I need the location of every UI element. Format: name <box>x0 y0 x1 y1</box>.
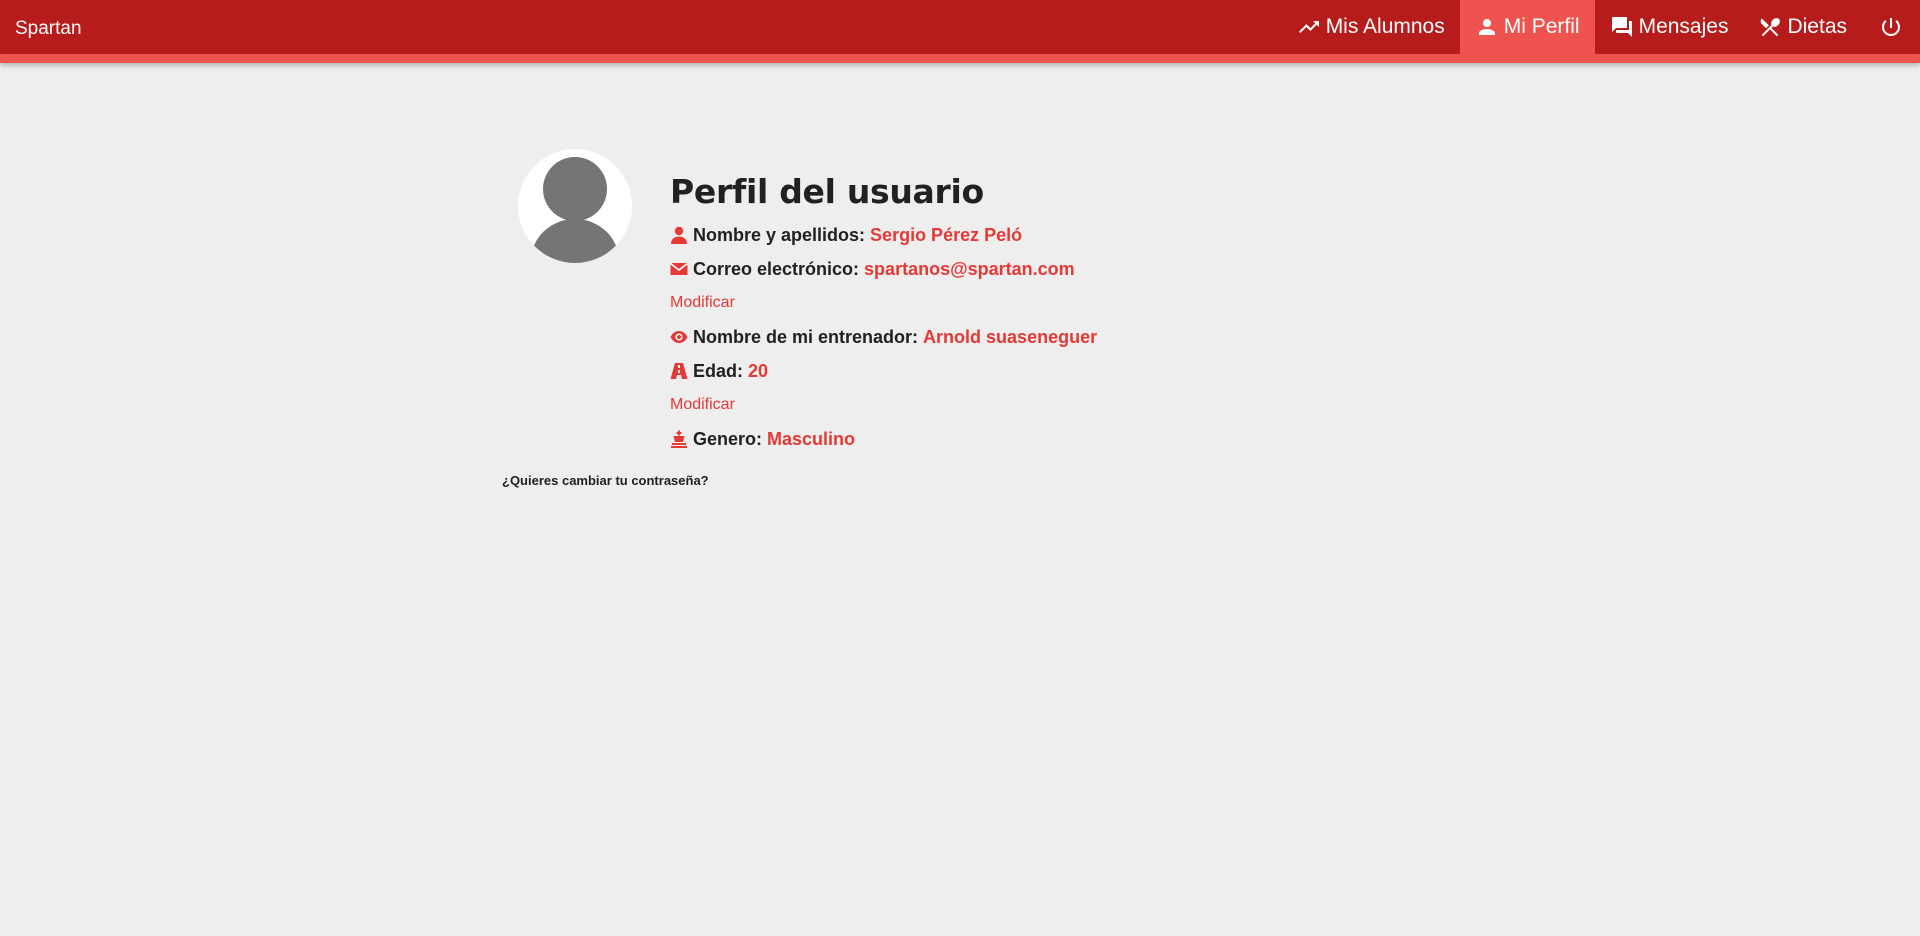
user-avatar <box>518 149 632 263</box>
road-icon <box>670 362 688 380</box>
name-value: Sergio Pérez Peló <box>870 224 1023 245</box>
power-icon <box>1879 15 1903 39</box>
name-row: Nombre y apellidos: Sergio Pérez Peló <box>670 218 1370 252</box>
email-row: Correo electrónico: spartanos@spartan.co… <box>670 252 1370 286</box>
gender-value: Masculino <box>767 428 856 449</box>
nav-item-label: Mis Alumnos <box>1325 15 1445 38</box>
brand-logo[interactable]: Spartan <box>15 18 82 40</box>
person-icon <box>1475 15 1499 39</box>
change-password-link[interactable]: ¿Quieres cambiar tu contraseña? <box>502 473 709 488</box>
trainer-row: Nombre de mi entrenador: Arnold suaseneg… <box>670 320 1370 354</box>
logout-button[interactable] <box>1862 0 1920 63</box>
envelope-icon <box>670 260 688 278</box>
nav-item-mis-alumnos[interactable]: Mis Alumnos <box>1282 0 1460 63</box>
age-row: Edad: 20 <box>670 354 1370 388</box>
nav-item-label: Dietas <box>1787 15 1847 38</box>
nav-item-label: Mensajes <box>1638 15 1729 38</box>
chess-king-icon <box>670 430 688 448</box>
trainer-label: Nombre de mi entrenador: <box>693 326 919 347</box>
user-avatar-icon <box>518 149 632 263</box>
top-navbar: Spartan Mis Alumnos Mi Perfil Mensajes D… <box>0 0 1920 63</box>
profile-panel: Perfil del usuario Nombre y apellidos: S… <box>670 166 1370 456</box>
nav-item-mi-perfil[interactable]: Mi Perfil <box>1459 0 1595 63</box>
nav-item-dietas[interactable]: Dietas <box>1743 0 1862 63</box>
page-title: Perfil del usuario <box>670 172 984 211</box>
nav-menu: Mis Alumnos Mi Perfil Mensajes Dietas <box>1282 0 1920 63</box>
email-value: spartanos@spartan.com <box>864 258 1075 279</box>
trainer-value: Arnold suaseneguer <box>923 326 1098 347</box>
age-value: 20 <box>748 360 769 381</box>
name-label: Nombre y apellidos: <box>693 224 866 245</box>
trending-up-icon <box>1297 15 1321 39</box>
email-label: Correo electrónico: <box>693 258 860 279</box>
nav-item-mensajes[interactable]: Mensajes <box>1595 0 1744 63</box>
user-icon <box>670 226 688 244</box>
gender-label: Genero: <box>693 428 763 449</box>
forum-icon <box>1610 15 1634 39</box>
gender-row: Genero: Masculino <box>670 422 1370 456</box>
modify-trainer-age-link[interactable]: Modificar <box>670 388 1370 422</box>
modify-name-email-link[interactable]: Modificar <box>670 286 1370 320</box>
eye-icon <box>670 328 688 346</box>
age-label: Edad: <box>693 360 744 381</box>
restaurant-icon <box>1758 15 1782 39</box>
nav-item-label: Mi Perfil <box>1503 15 1580 38</box>
